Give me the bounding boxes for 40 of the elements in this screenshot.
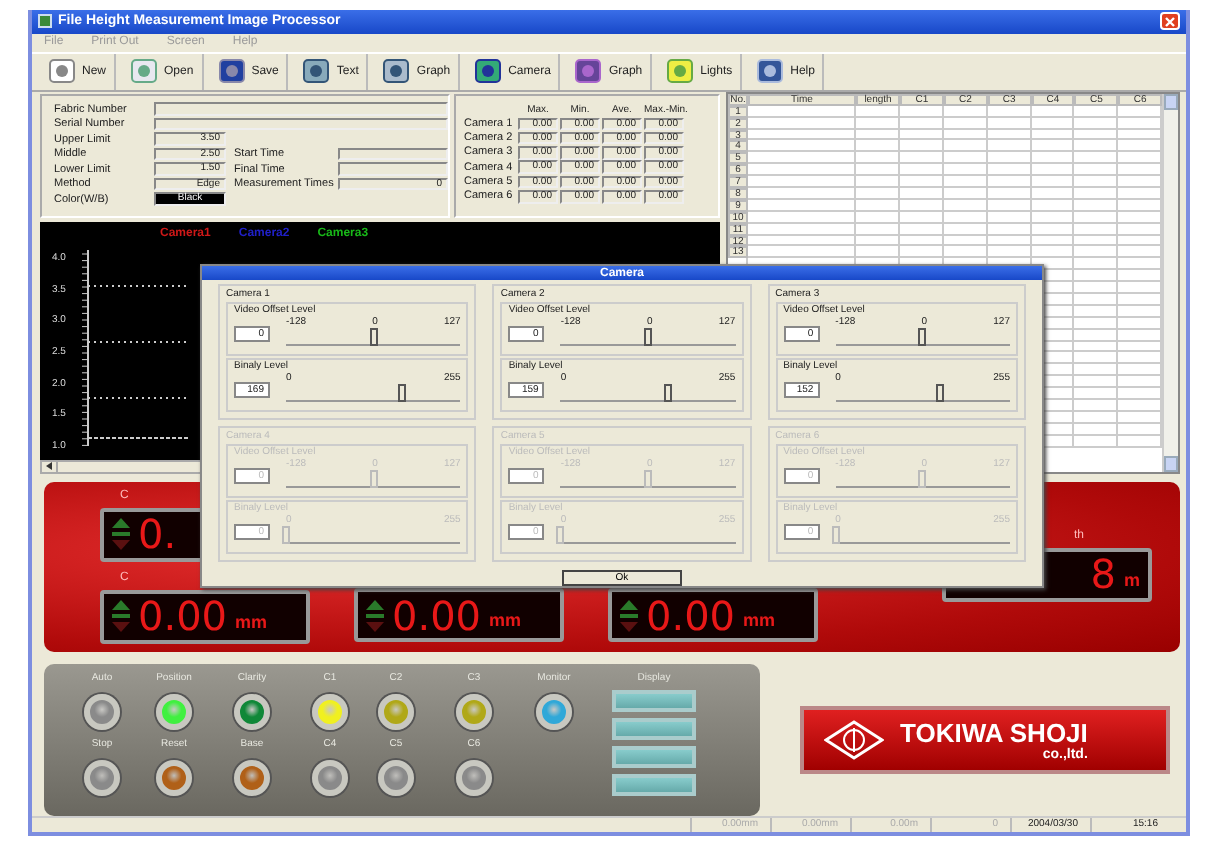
slider-thumb[interactable]	[643, 328, 652, 346]
indicator-lamp[interactable]	[156, 759, 192, 796]
meter-value: 0.00	[646, 595, 736, 636]
indicator-lamp[interactable]	[456, 693, 492, 730]
unit-label: m	[1123, 569, 1140, 594]
indicator-lamp[interactable]	[378, 759, 414, 796]
unit-label: mm	[489, 610, 522, 635]
indicator-lamp[interactable]	[456, 759, 492, 796]
meter-value: 0.00	[392, 595, 482, 636]
slider-thumb[interactable]	[664, 384, 673, 402]
scroll-left-icon	[45, 462, 53, 471]
indicator-lamp[interactable]	[84, 693, 120, 730]
display-button[interactable]	[612, 773, 696, 796]
emblem-icon	[824, 719, 884, 760]
slider-thumb[interactable]	[918, 328, 927, 346]
close-button[interactable]	[1160, 12, 1180, 31]
unit-label: mm	[743, 610, 776, 635]
company-name: TOKIWA SHOJI	[900, 717, 1088, 748]
app-icon	[38, 14, 52, 29]
indicator-lamp[interactable]	[234, 693, 270, 730]
indicator-lamp[interactable]	[378, 693, 414, 730]
unit-label: mm	[235, 611, 268, 636]
slider-thumb[interactable]	[397, 384, 406, 402]
indicator-lamp[interactable]	[312, 693, 348, 730]
trend-arrows-icon	[366, 599, 384, 632]
vertical-scrollbar[interactable]	[1162, 93, 1178, 472]
indicator-lamp[interactable]	[156, 693, 192, 730]
indicator-lamp[interactable]	[84, 759, 120, 796]
slider-thumb[interactable]	[936, 384, 945, 402]
indicator-lamp[interactable]	[312, 759, 348, 796]
meter-value: 0.00	[138, 596, 228, 637]
meter-value: 0.	[138, 514, 177, 555]
meter-value: 8	[1090, 554, 1116, 595]
trend-arrows-icon	[112, 518, 130, 551]
trend-arrows-icon	[620, 599, 638, 632]
trend-arrows-icon	[112, 600, 130, 633]
indicator-lamp[interactable]	[536, 693, 572, 730]
display-button[interactable]	[612, 745, 696, 768]
slider-thumb[interactable]	[369, 328, 378, 346]
indicator-lamp[interactable]	[234, 759, 270, 796]
